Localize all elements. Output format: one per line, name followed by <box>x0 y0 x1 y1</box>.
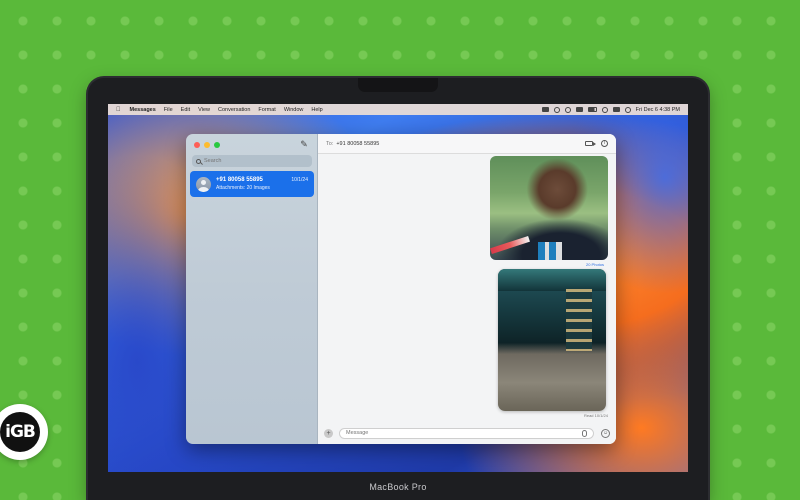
laptop:  Messages File Edit View Conversation F… <box>88 78 708 500</box>
menu-file[interactable]: File <box>164 107 173 113</box>
menu-conversation[interactable]: Conversation <box>218 107 250 113</box>
menu-window[interactable]: Window <box>284 107 304 113</box>
messages-window: ✎ +91 80058 55895 10/1/24 Attachments: 2… <box>186 134 616 444</box>
search-input[interactable] <box>204 158 304 164</box>
menu-bar:  Messages File Edit View Conversation F… <box>108 104 688 115</box>
sidebar: ✎ +91 80058 55895 10/1/24 Attachments: 2… <box>186 134 318 444</box>
apple-menu-icon[interactable]:  <box>116 107 121 113</box>
menu-clock[interactable]: Fri Dec 6 4:38 PM <box>636 107 680 113</box>
desktop-screen:  Messages File Edit View Conversation F… <box>108 104 688 472</box>
chat-pane: To: +91 80058 55895 i 20 Photos Read 10/… <box>318 134 616 444</box>
site-logo-text: iGB <box>0 412 40 452</box>
camera-notch <box>358 78 438 92</box>
search-field[interactable] <box>192 155 312 167</box>
conversation-name: +91 80058 55895 <box>216 177 263 183</box>
maximize-window-button[interactable] <box>214 142 220 148</box>
window-controls <box>194 142 220 148</box>
conversation-preview: Attachments: 20 Images <box>216 185 270 191</box>
wifi-icon[interactable] <box>601 106 608 113</box>
menu-format[interactable]: Format <box>258 107 275 113</box>
menu-app-messages[interactable]: Messages <box>130 107 156 113</box>
message-composer: + ☺ <box>318 422 616 444</box>
status-area: Fri Dec 6 4:38 PM <box>541 106 680 113</box>
to-label: To: <box>326 140 334 147</box>
close-window-button[interactable] <box>194 142 200 148</box>
photo-detail <box>538 242 562 260</box>
minimize-window-button[interactable] <box>204 142 210 148</box>
vpn-icon[interactable] <box>553 106 560 113</box>
photo-attachment-room[interactable] <box>498 269 606 411</box>
photo-detail <box>498 269 606 291</box>
cloud-icon[interactable] <box>541 107 549 112</box>
menu-view[interactable]: View <box>198 107 210 113</box>
emoji-button[interactable]: ☺ <box>601 428 610 438</box>
site-logo-badge: iGB <box>0 404 48 460</box>
conversation-item-selected[interactable]: +91 80058 55895 10/1/24 Attachments: 20 … <box>190 171 314 197</box>
siri-icon[interactable] <box>624 106 631 113</box>
facetime-video-icon[interactable] <box>585 141 596 146</box>
conversation-meta: +91 80058 55895 10/1/24 Attachments: 20 … <box>216 177 308 191</box>
photo-detail <box>490 235 530 255</box>
info-icon[interactable]: i <box>601 140 608 147</box>
contact-avatar-icon <box>196 176 211 192</box>
apps-plus-button[interactable]: + <box>324 428 333 438</box>
menu-edit[interactable]: Edit <box>181 107 190 113</box>
display-icon[interactable] <box>575 107 583 112</box>
recipient-number[interactable]: +91 80058 55895 <box>336 141 379 147</box>
compose-icon[interactable]: ✎ <box>299 139 309 149</box>
conversation-header: +91 80058 55895 10/1/24 <box>216 177 308 183</box>
control-center-icon[interactable] <box>612 107 620 112</box>
menu-help[interactable]: Help <box>311 107 322 113</box>
device-brand-label: MacBook Pro <box>369 482 427 492</box>
dictation-mic-icon[interactable] <box>582 429 587 437</box>
photo-detail <box>566 289 592 351</box>
chat-header-actions: i <box>585 140 608 147</box>
chat-header: To: +91 80058 55895 i <box>318 134 616 154</box>
conversation-date: 10/1/24 <box>291 177 308 183</box>
focus-icon[interactable] <box>564 106 571 113</box>
message-input[interactable] <box>339 427 594 439</box>
read-receipt: Read 10/1/24 <box>583 413 608 418</box>
battery-icon[interactable] <box>587 107 597 112</box>
photo-stack-label[interactable]: 20 Photos <box>586 262 604 267</box>
photo-attachment-selfie[interactable] <box>490 156 608 260</box>
search-icon <box>196 158 201 164</box>
